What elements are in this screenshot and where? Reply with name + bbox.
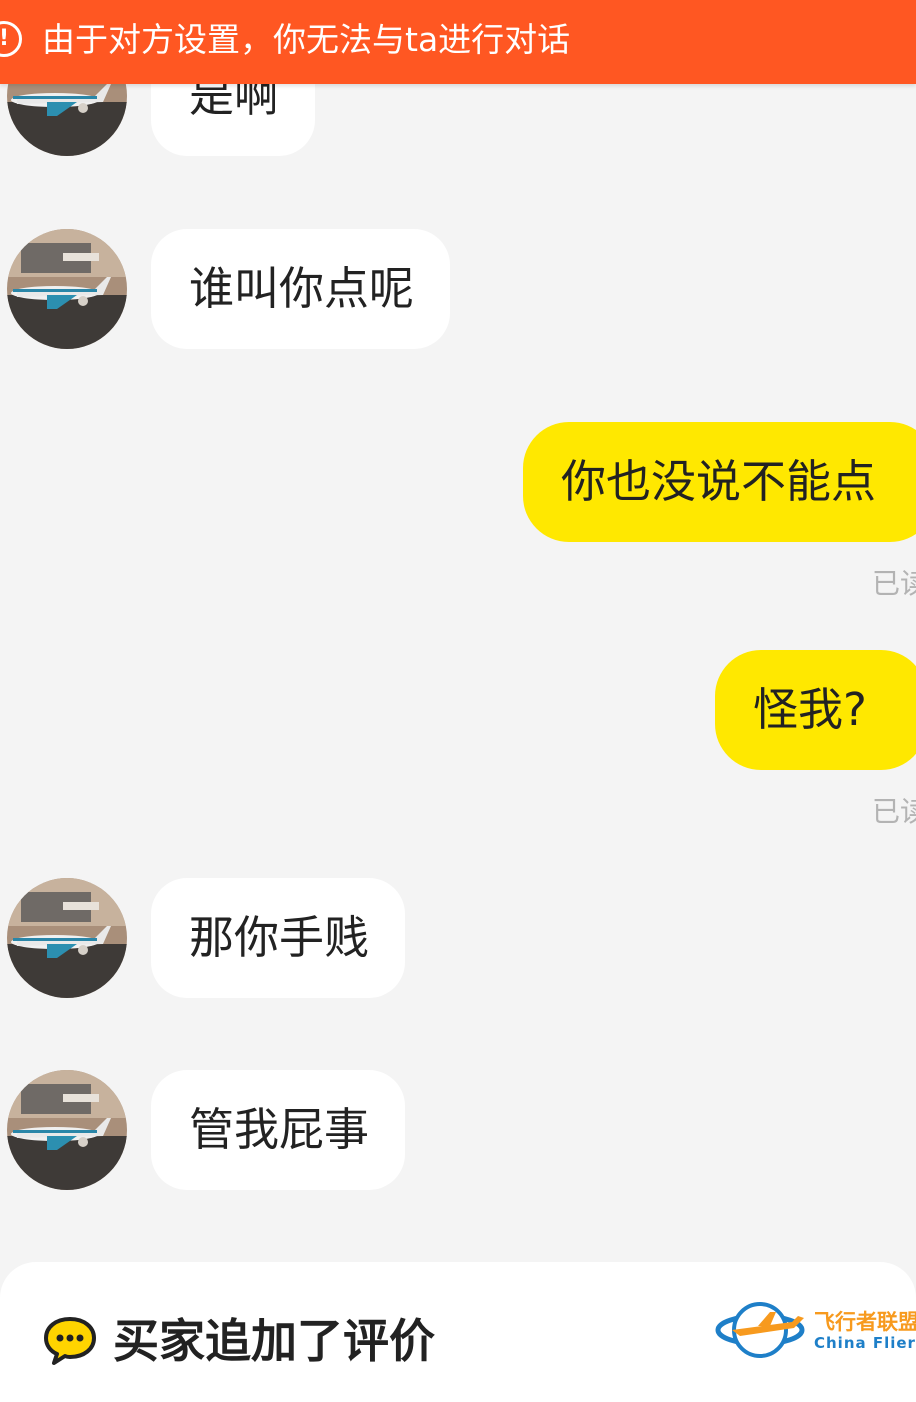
avatar[interactable]	[7, 1070, 127, 1190]
message-text: 怪我?	[753, 683, 867, 736]
watermark-name-cn: 飞行者联盟	[814, 1310, 916, 1334]
message-bubble-outgoing[interactable]: 怪我?	[715, 650, 916, 770]
message-bubble-outgoing[interactable]: 你也没说不能点	[523, 422, 916, 542]
message-text: 你也没说不能点	[561, 455, 877, 508]
airplane-photo-icon	[7, 1070, 127, 1190]
message-bubble-incoming[interactable]: 管我屁事	[151, 1070, 406, 1190]
watermark-name-en: China Flier	[814, 1334, 916, 1352]
banner-text: 由于对方设置，你无法与ta进行对话	[42, 20, 571, 59]
avatar[interactable]	[7, 878, 127, 998]
read-status: 已读	[872, 567, 916, 600]
message-text: 谁叫你点呢	[189, 262, 415, 315]
read-status: 已读	[872, 795, 916, 828]
message-bubble-incoming[interactable]: 谁叫你点呢	[151, 229, 451, 349]
chat-bubble-icon	[43, 1316, 97, 1370]
alert-circle-icon: !	[0, 21, 22, 57]
chat-disabled-banner: ! 由于对方设置，你无法与ta进行对话	[0, 0, 916, 84]
airplane-photo-icon	[7, 229, 127, 349]
message-text: 那你手贱	[189, 911, 370, 964]
message-text: 管我屁事	[189, 1103, 370, 1156]
review-notice-title: 买家追加了评价	[113, 1314, 435, 1368]
airplane-photo-icon	[7, 878, 127, 998]
avatar[interactable]	[7, 229, 127, 349]
message-bubble-incoming[interactable]: 那你手贱	[151, 878, 406, 998]
